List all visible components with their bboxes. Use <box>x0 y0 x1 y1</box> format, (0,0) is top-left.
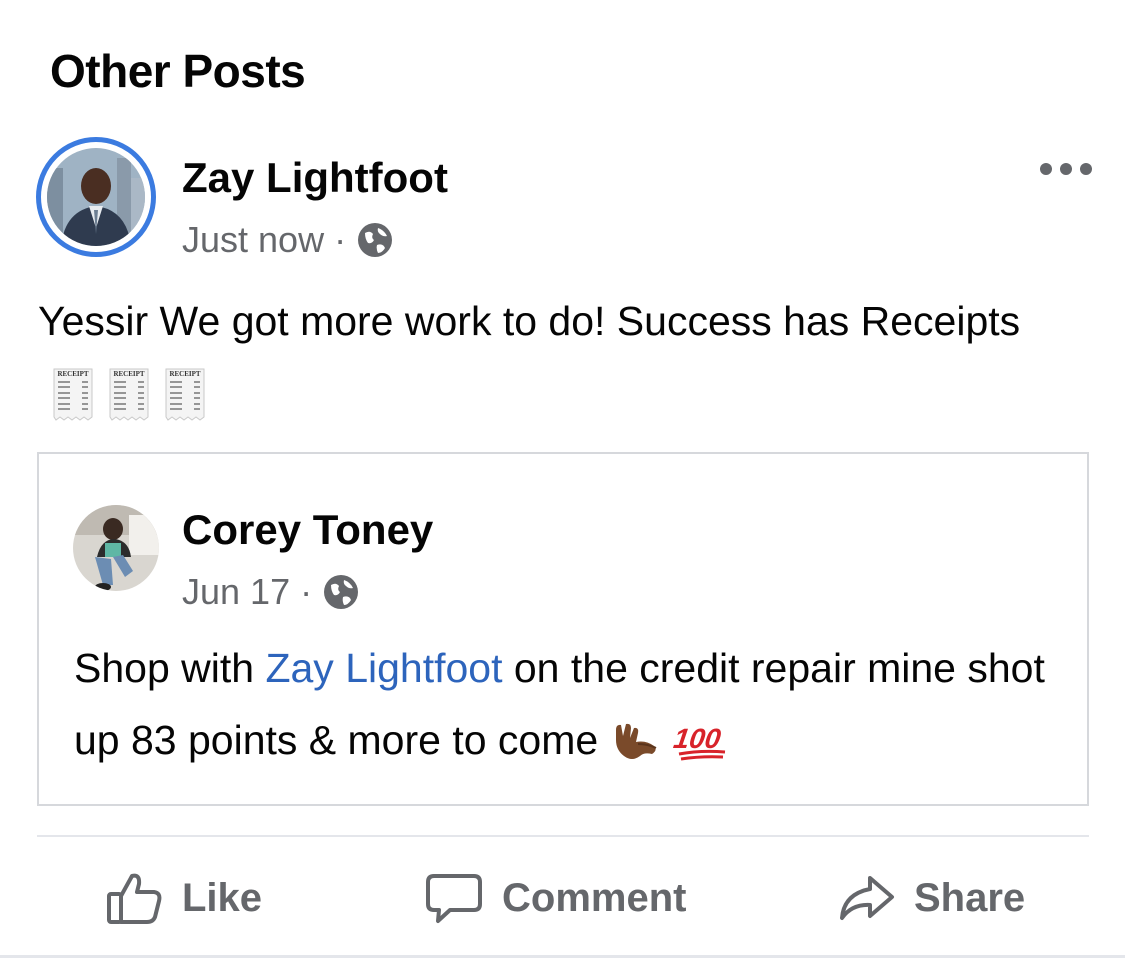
receipt-emoji: RECEIPT <box>109 368 149 421</box>
receipt-title: RECEIPT <box>169 370 200 378</box>
globe-icon <box>358 223 393 257</box>
like-button[interactable]: Like <box>106 866 262 930</box>
share-label: Share <box>914 875 1026 920</box>
post-text: Yessir We got more work to do! Success h… <box>38 298 1021 344</box>
like-label: Like <box>182 875 263 920</box>
author-avatar[interactable] <box>36 137 156 257</box>
post-timestamp[interactable]: Just now <box>182 219 324 261</box>
globe-icon <box>324 575 359 609</box>
shared-post-meta: Jun 17 · <box>182 571 360 613</box>
receipt-emoji: RECEIPT <box>165 368 205 421</box>
shared-author-name[interactable]: Corey Toney <box>182 506 433 554</box>
shared-post-timestamp[interactable]: Jun 17 <box>182 571 290 613</box>
call-me-hand-emoji <box>615 723 657 759</box>
shared-author-avatar[interactable] <box>73 505 159 591</box>
post-body: Yessir We got more work to do! Success h… <box>38 285 1078 429</box>
mention-link[interactable]: Zay Lightfoot <box>265 645 502 691</box>
share-arrow-icon <box>840 876 894 920</box>
comment-label: Comment <box>502 875 687 920</box>
section-title: Other Posts <box>50 45 306 97</box>
svg-text:100: 100 <box>673 723 723 754</box>
more-options-icon[interactable] <box>1038 152 1094 186</box>
receipt-emoji: RECEIPT <box>53 368 93 421</box>
comment-icon <box>426 874 482 923</box>
shared-text-start: Shop with <box>74 645 266 691</box>
author-name[interactable]: Zay Lightfoot <box>182 154 448 202</box>
receipt-emojis: RECEIPT RECEIPT RECEIPT <box>38 368 206 421</box>
meta-separator: · <box>334 219 347 260</box>
avatar-photo <box>47 148 145 246</box>
post-meta: Just now · <box>182 219 394 261</box>
share-button[interactable]: Share <box>838 866 1025 930</box>
meta-separator: · <box>300 571 313 612</box>
comment-button[interactable]: Comment <box>424 866 686 930</box>
action-divider <box>37 835 1089 837</box>
shared-post-card[interactable]: Corey Toney Jun 17 · Shop with Zay Light… <box>37 452 1089 806</box>
hundred-points-emoji: 100 <box>673 723 726 761</box>
shared-post-body: Shop with Zay Lightfoot on the credit re… <box>74 632 1074 776</box>
receipt-title: RECEIPT <box>57 370 88 378</box>
thumbs-up-icon <box>107 873 162 924</box>
receipt-title: RECEIPT <box>113 370 144 378</box>
